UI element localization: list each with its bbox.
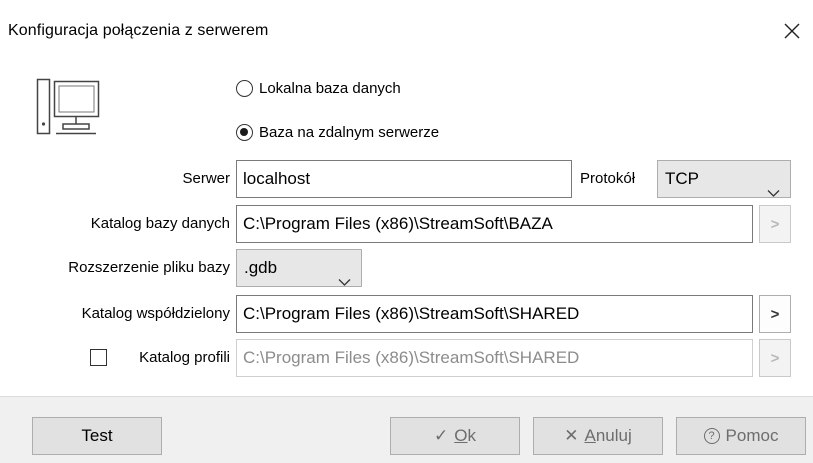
file-extension-select[interactable]: .gdb	[236, 249, 362, 287]
chevron-down-icon	[338, 264, 351, 286]
database-dir-label: Katalog bazy danych	[90, 215, 230, 232]
remote-radio-indicator[interactable]	[236, 124, 253, 141]
profiles-dir-checkbox[interactable]	[90, 349, 107, 366]
local-radio-indicator[interactable]	[236, 80, 253, 97]
computer-icon	[36, 78, 102, 136]
cancel-label-rest: nuluj	[595, 426, 632, 445]
help-label: Pomoc	[725, 426, 779, 445]
file-extension-label: Rozszerzenie pliku bazy	[68, 259, 230, 276]
protocol-value: TCP	[665, 169, 699, 188]
shared-dir-input[interactable]: C:\Program Files (x86)\StreamSoft\SHARED	[236, 295, 753, 333]
window-title: Konfiguracja połączenia z serwerem	[8, 22, 269, 39]
profiles-dir-input[interactable]: C:\Program Files (x86)\StreamSoft\SHARED	[236, 339, 753, 377]
ok-mnemonic: O	[454, 426, 468, 445]
profiles-dir-browse-button[interactable]: >	[759, 339, 791, 377]
title-bar: Konfiguracja połączenia z serwerem	[0, 0, 813, 66]
shared-dir-label: Katalog współdzielony	[81, 305, 230, 322]
test-button-label: Test	[81, 426, 113, 445]
profiles-dir-label: Katalog profili	[139, 349, 230, 366]
chevron-down-icon	[767, 175, 780, 197]
local-database-radio[interactable]: Lokalna baza danych	[236, 80, 401, 97]
chevron-right-icon: >	[770, 349, 780, 367]
chevron-right-icon: >	[770, 305, 780, 323]
database-dir-browse-button[interactable]: >	[759, 205, 791, 243]
dialog-footer: Test ✓ Ok ✕ Anuluj ? Pomoc	[0, 396, 813, 463]
local-radio-label: Lokalna baza danych	[259, 80, 401, 97]
cancel-button[interactable]: ✕ Anuluj	[533, 417, 663, 455]
close-icon: ✕	[564, 426, 579, 445]
protocol-label: Protokół	[580, 170, 636, 187]
cancel-mnemonic: A	[584, 426, 596, 445]
help-button[interactable]: ? Pomoc	[676, 417, 806, 455]
shared-dir-browse-button[interactable]: >	[759, 295, 791, 333]
protocol-select[interactable]: TCP	[657, 160, 791, 198]
ok-label-rest: k	[467, 426, 476, 445]
ok-button[interactable]: ✓ Ok	[390, 417, 520, 455]
chevron-right-icon: >	[770, 215, 780, 233]
close-icon[interactable]	[777, 16, 807, 46]
server-label: Serwer	[182, 170, 230, 187]
help-icon-glyph: ?	[708, 430, 715, 442]
test-button[interactable]: Test	[32, 417, 162, 455]
help-icon: ?	[703, 428, 720, 444]
server-input[interactable]: localhost	[236, 160, 572, 198]
remote-radio-label: Baza na zdalnym serwerze	[259, 124, 440, 141]
server-connection-dialog: Konfiguracja połączenia z serwerem Lokal…	[0, 0, 813, 463]
database-dir-input[interactable]: C:\Program Files (x86)\StreamSoft\BAZA	[236, 205, 753, 243]
file-extension-value: .gdb	[244, 258, 278, 277]
check-icon: ✓	[434, 426, 449, 445]
remote-server-radio[interactable]: Baza na zdalnym serwerze	[236, 124, 439, 141]
